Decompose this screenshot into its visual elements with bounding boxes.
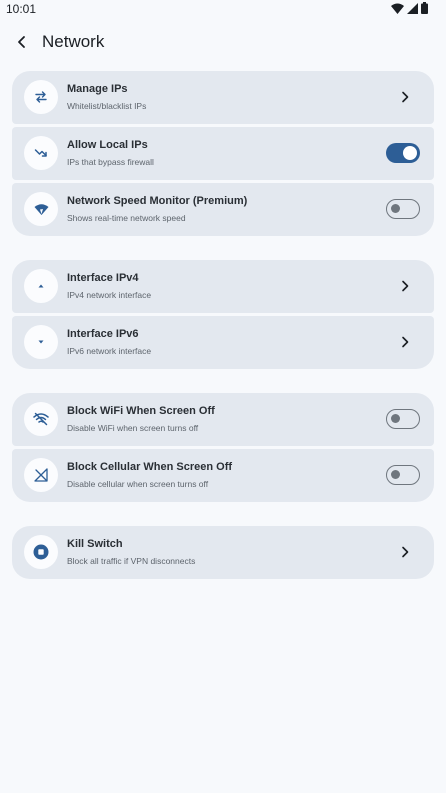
block-wifi-screen-off-toggle[interactable] [386,409,420,429]
arrow-up-icon [38,284,44,288]
chevron-right-icon [398,545,412,559]
leading-icon-container [24,402,58,436]
item-subtitle: IPs that bypass firewall [67,157,154,167]
kill-switch-group: Kill Switch Block all traffic if VPN dis… [12,526,434,579]
toggle-knob [403,146,417,160]
item-title: Interface IPv4 [67,272,139,284]
block-wifi-screen-off-item[interactable]: Block WiFi When Screen Off Disable WiFi … [12,393,434,446]
page-title: Network [42,32,105,51]
back-button[interactable] [8,28,36,56]
item-title: Network Speed Monitor (Premium) [67,195,248,207]
item-title: Manage IPs [67,83,128,95]
leading-icon-container [24,136,58,170]
status-bar: 10:01 [0,0,446,18]
trend-down-icon [34,149,47,157]
item-subtitle: Whitelist/blacklist IPs [67,101,147,111]
network-speed-monitor-toggle[interactable] [386,199,420,219]
item-subtitle: Block all traffic if VPN disconnects [67,556,196,566]
ip-settings-group: Manage IPs Whitelist/blacklist IPs Allow… [12,71,434,236]
item-subtitle: Disable WiFi when screen turns off [67,423,199,433]
item-title: Block Cellular When Screen Off [67,461,233,473]
toggle-knob [391,470,400,479]
item-subtitle: IPv6 network interface [67,346,152,356]
chevron-right-icon [398,279,412,293]
interface-ipv4-item[interactable]: Interface IPv4 IPv4 network interface [12,260,434,313]
toggle-knob [391,204,400,213]
battery-icon [421,2,428,14]
swap-arrows-icon [35,91,47,103]
kill-switch-item[interactable]: Kill Switch Block all traffic if VPN dis… [12,526,434,579]
block-cellular-screen-off-item[interactable]: Block Cellular When Screen Off Disable c… [12,449,434,502]
item-subtitle: Disable cellular when screen turns off [67,479,209,489]
allow-local-ips-item[interactable]: Allow Local IPs IPs that bypass firewall [12,127,434,180]
allow-local-ips-toggle[interactable] [386,143,420,163]
status-time: 10:01 [6,2,37,16]
cellular-off-icon [34,468,48,482]
chevron-right-icon [398,90,412,104]
wifi-signal-icon [391,3,404,14]
interface-ipv6-item[interactable]: Interface IPv6 IPv6 network interface [12,316,434,369]
leading-icon-container [24,192,58,226]
item-title: Block WiFi When Screen Off [67,405,215,417]
item-title: Kill Switch [67,538,123,550]
item-subtitle: IPv4 network interface [67,290,152,300]
manage-ips-item[interactable]: Manage IPs Whitelist/blacklist IPs [12,71,434,124]
wifi-off-icon [33,412,49,426]
cell-signal-icon [407,2,418,14]
block-cellular-screen-off-toggle[interactable] [386,465,420,485]
stop-circle-icon [33,544,49,560]
screen-off-group: Block WiFi When Screen Off Disable WiFi … [12,393,434,502]
app-bar: Network [0,24,446,60]
leading-icon-container [24,458,58,492]
item-subtitle: Shows real-time network speed [67,213,186,223]
interface-group: Interface IPv4 IPv4 network interface In… [12,260,434,369]
status-icons [391,2,428,14]
network-speed-monitor-item[interactable]: Network Speed Monitor (Premium) Shows re… [12,183,434,236]
leading-icon-container [24,80,58,114]
arrow-down-icon [38,340,44,344]
item-title: Allow Local IPs [67,139,148,151]
item-title: Interface IPv6 [67,328,139,340]
leading-icon-container [24,325,58,359]
wifi-speed-icon [34,203,48,215]
toggle-knob [391,414,400,423]
leading-icon-container [24,535,58,569]
leading-icon-container [24,269,58,303]
arrow-back-icon [18,36,25,48]
chevron-right-icon [398,335,412,349]
